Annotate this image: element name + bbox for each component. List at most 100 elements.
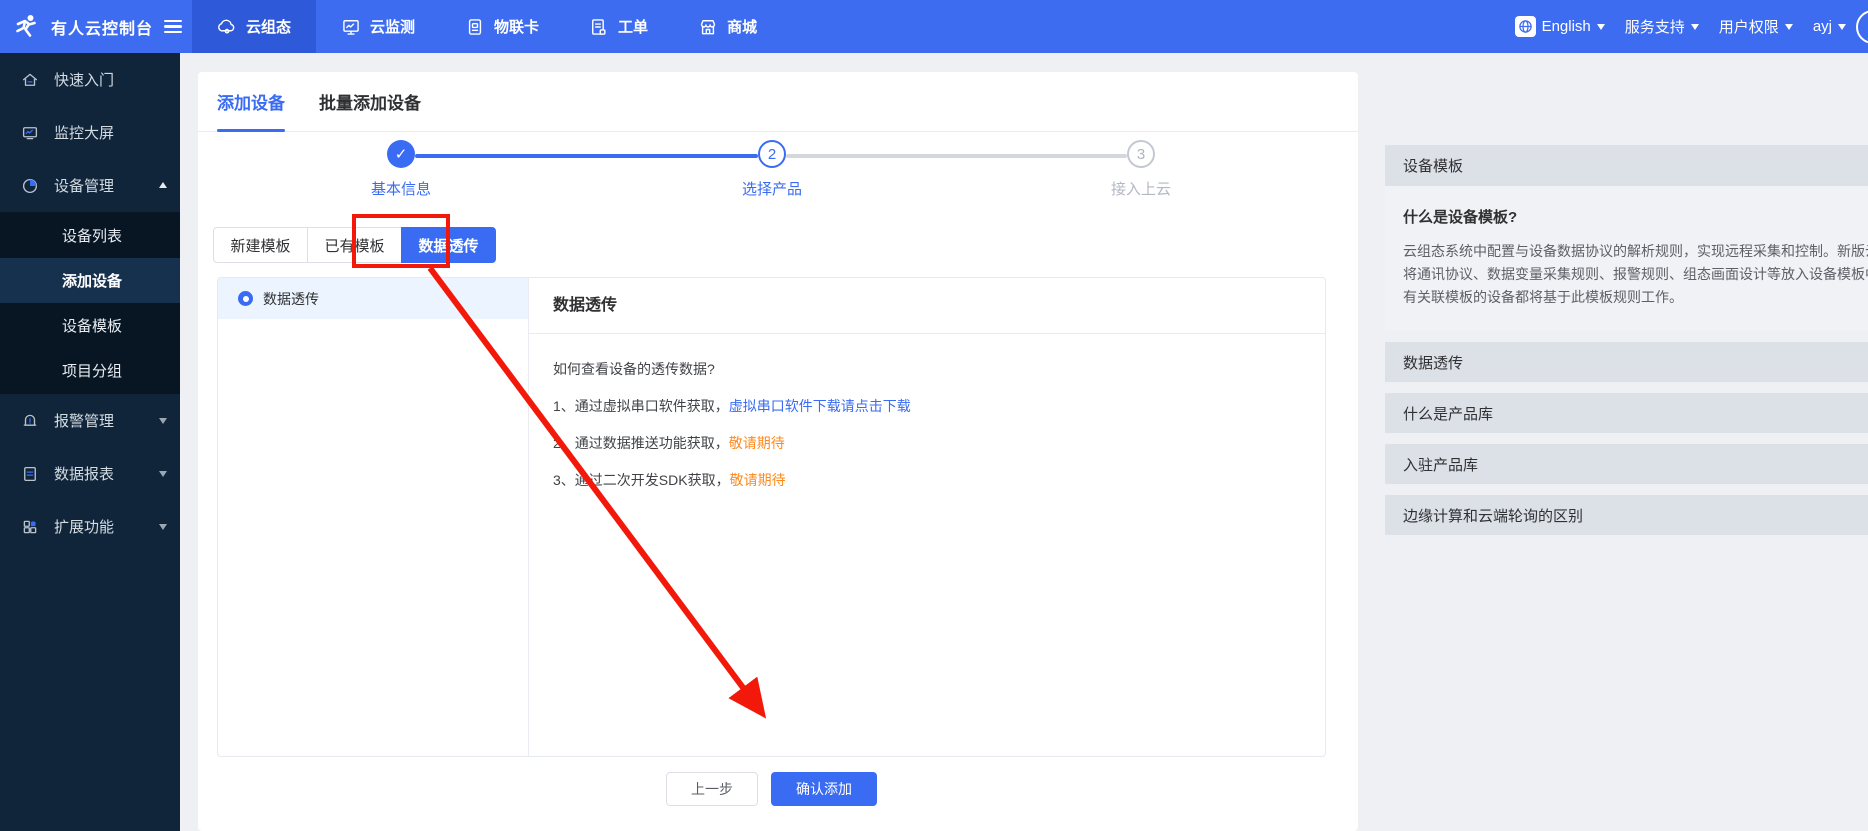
user-dropdown[interactable]: ayj [1803, 18, 1856, 35]
step-select-product: 2 选择产品 [702, 140, 842, 199]
step-number: 2 [758, 140, 786, 168]
nav-item-work-order[interactable]: 工单 [564, 0, 673, 53]
help-heading: 什么是设备模板? [1403, 206, 1868, 227]
sidebar: 快速入门 监控大屏 设备管理 设备列表 添加设备 设备模板 [0, 53, 180, 831]
language-label: English [1542, 18, 1591, 35]
nav-item-iot-card[interactable]: 物联卡 [440, 0, 564, 53]
detail-item-text: 1、通过虚拟串口软件获取， [553, 398, 729, 414]
help-section-edge-vs-cloud-polling[interactable]: 边缘计算和云端轮询的区别 [1385, 495, 1868, 535]
permissions-dropdown[interactable]: 用户权限 [1709, 16, 1803, 37]
topbar: 有人云控制台 云组态 云监测 [0, 0, 1868, 53]
support-dropdown[interactable]: 服务支持 [1615, 16, 1709, 37]
chevron-down-icon [159, 471, 167, 481]
sidebar-item-label: 报警管理 [54, 410, 114, 431]
topbar-right: English 服务支持 用户权限 ayj [1505, 10, 1868, 44]
chevron-down-icon [159, 418, 167, 428]
monitor-chart-icon [341, 17, 361, 37]
step-check-icon [387, 140, 415, 168]
detail-title: 数据透传 [529, 278, 1325, 334]
nav-item-mall[interactable]: 商城 [673, 0, 782, 53]
stepper: 基本信息 2 选择产品 3 接入上云 [198, 132, 1358, 228]
usr-runner-logo-icon [12, 12, 42, 42]
chevron-down-icon [1597, 24, 1605, 34]
confirm-add-button[interactable]: 确认添加 [771, 772, 877, 806]
avatar[interactable] [1856, 10, 1868, 44]
mode-data-passthrough-button[interactable]: 数据透传 [401, 227, 496, 263]
submenu-label: 设备列表 [62, 225, 122, 246]
hamburger-menu-icon[interactable] [164, 20, 182, 34]
help-section-what-is-product-library[interactable]: 什么是产品库 [1385, 393, 1868, 433]
tab-batch-add-device[interactable]: 批量添加设备 [319, 72, 421, 131]
step-number: 3 [1127, 140, 1155, 168]
detail-item-text: 3、通过二次开发SDK获取， [553, 472, 730, 488]
alarm-bell-icon [21, 412, 39, 430]
download-link[interactable]: 虚拟串口软件下载请点击下载 [729, 398, 911, 414]
sidebar-item-device-list[interactable]: 设备列表 [0, 213, 180, 258]
help-section-join-product-library[interactable]: 入驻产品库 [1385, 444, 1868, 484]
previous-step-button[interactable]: 上一步 [666, 772, 758, 806]
sidebar-item-project-group[interactable]: 项目分组 [0, 348, 180, 393]
coming-soon-label: 敬请期待 [730, 472, 786, 488]
device-management-submenu: 设备列表 添加设备 设备模板 项目分组 [0, 212, 180, 394]
chevron-down-icon [1691, 24, 1699, 34]
add-device-card: 添加设备 批量添加设备 基本信息 2 选择产品 3 接入上云 新建模板 已有模板… [198, 72, 1358, 831]
sidebar-item-add-device[interactable]: 添加设备 [0, 258, 180, 303]
language-dropdown[interactable]: English [1505, 16, 1615, 37]
cloud-icon [217, 17, 237, 37]
nav-label: 工单 [618, 16, 648, 37]
extension-grid-icon [21, 518, 39, 536]
sidebar-item-device-management[interactable]: 设备管理 [0, 159, 180, 212]
chevron-down-icon [1838, 24, 1846, 34]
radio-checked-icon[interactable] [238, 291, 253, 306]
permissions-label: 用户权限 [1719, 16, 1779, 37]
brand-title: 有人云控制台 [51, 15, 153, 39]
home-icon [21, 71, 39, 89]
nav-label: 云监测 [370, 16, 415, 37]
nav-label: 物联卡 [494, 16, 539, 37]
tab-add-device[interactable]: 添加设备 [217, 72, 285, 131]
passthrough-option-selected[interactable]: 数据透传 [218, 278, 528, 319]
sidebar-item-quick-start[interactable]: 快速入门 [0, 53, 180, 106]
sidebar-item-extensions[interactable]: 扩展功能 [0, 500, 180, 553]
chevron-down-icon [1785, 24, 1793, 34]
support-label: 服务支持 [1625, 16, 1685, 37]
sidebar-item-device-template[interactable]: 设备模板 [0, 303, 180, 348]
help-section-content: 什么是设备模板? 云组态系统中配置与设备数据协议的解析规则，实现远程采集和控制。… [1385, 186, 1868, 331]
nav-item-cloud-monitor[interactable]: 云监测 [316, 0, 440, 53]
detail-item-text: 2、通过数据推送功能获取， [553, 435, 729, 451]
nav-item-cloud-scada[interactable]: 云组态 [192, 0, 316, 53]
brand: 有人云控制台 [0, 12, 192, 42]
mode-existing-template-button[interactable]: 已有模板 [307, 227, 402, 263]
globe-icon [1515, 16, 1536, 37]
step-basic-info: 基本信息 [331, 140, 471, 199]
help-section-device-template[interactable]: 设备模板 [1385, 145, 1868, 186]
detail-item: 3、通过二次开发SDK获取，敬请期待 [553, 472, 1301, 488]
sidebar-item-big-screen[interactable]: 监控大屏 [0, 106, 180, 159]
storefront-icon [698, 17, 718, 37]
template-mode-group: 新建模板 已有模板 数据透传 [213, 227, 496, 263]
nav-label: 云组态 [246, 16, 291, 37]
submenu-label: 设备模板 [62, 315, 122, 336]
card-tabs: 添加设备 批量添加设备 [198, 72, 1358, 132]
nav-label: 商城 [727, 16, 757, 37]
step-label: 选择产品 [702, 178, 842, 199]
step-connect-cloud: 3 接入上云 [1071, 140, 1211, 199]
mode-new-template-button[interactable]: 新建模板 [213, 227, 308, 263]
radio-label: 数据透传 [263, 289, 319, 309]
chevron-down-icon [159, 524, 167, 534]
sidebar-item-label: 扩展功能 [54, 516, 114, 537]
sim-card-icon [465, 17, 485, 37]
chevron-up-icon [159, 178, 167, 188]
detail-item: 1、通过虚拟串口软件获取，虚拟串口软件下载请点击下载 [553, 398, 1301, 414]
help-panel: 设备模板 什么是设备模板? 云组态系统中配置与设备数据协议的解析规则，实现远程采… [1385, 145, 1868, 546]
sidebar-item-data-report[interactable]: 数据报表 [0, 447, 180, 500]
sidebar-item-label: 数据报表 [54, 463, 114, 484]
detail-item: 2、通过数据推送功能获取，敬请期待 [553, 435, 1301, 451]
sidebar-item-alarm-management[interactable]: 报警管理 [0, 394, 180, 447]
passthrough-option-list: 数据透传 [218, 278, 529, 756]
report-doc-icon [21, 465, 39, 483]
help-section-data-passthrough[interactable]: 数据透传 [1385, 342, 1868, 382]
help-body-text: 云组态系统中配置与设备数据协议的解析规则，实现远程采集和控制。新版云服务将通讯协… [1403, 240, 1868, 309]
username-label: ayj [1813, 18, 1832, 35]
work-order-doc-icon [589, 17, 609, 37]
